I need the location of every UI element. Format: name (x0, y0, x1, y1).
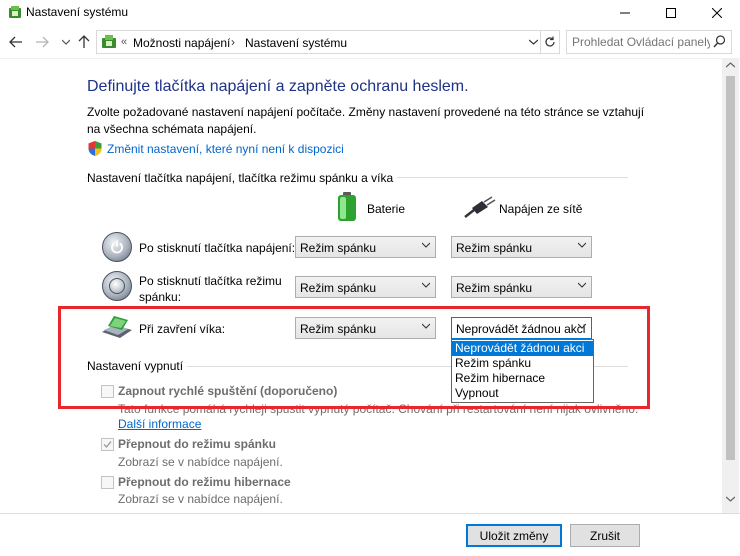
page-description: Zvolte požadované nastavení napájení poč… (87, 105, 645, 136)
title-bar: Nastavení systému (0, 0, 740, 26)
lid-close-label: Při zavření víka: (139, 322, 226, 336)
sleep-button-icon (102, 271, 132, 301)
fast-startup-checkbox[interactable] (101, 385, 114, 398)
breadcrumb-system-settings[interactable]: Nastavení systému (245, 36, 347, 50)
page-title: Definujte tlačítka napájení a zapněte oc… (87, 78, 469, 95)
minimize-button[interactable] (602, 0, 648, 26)
hibernate-option-checkbox[interactable] (101, 476, 114, 489)
selected-value: Neprovádět žádnou akci (456, 322, 586, 336)
fast-startup-description: Tato funkce pomáhá rychleji spustit vypn… (118, 402, 639, 416)
lid-close-dropdown-list[interactable]: Neprovádět žádnou akci Režim spánku Reži… (451, 339, 594, 403)
chevron-down-icon (62, 39, 70, 45)
breadcrumb-power-options[interactable]: Možnosti napájení (133, 36, 230, 50)
chevron-down-icon (422, 242, 430, 248)
scrollbar-thumb[interactable] (726, 76, 735, 460)
sleep-button-battery-select[interactable]: Režim spánku (295, 276, 436, 298)
sleep-option-description: Zobrazí se v nabídce napájení. (118, 455, 283, 469)
dropdown-option-hibernate[interactable]: Režim hibernace (452, 371, 593, 386)
search-input[interactable] (572, 35, 710, 49)
navigation-bar: « Možnosti napájení › Nastavení systému (0, 26, 740, 58)
lid-close-battery-select[interactable]: Režim spánku (295, 317, 436, 339)
moon-icon (109, 278, 125, 294)
selected-value: Režim spánku (456, 281, 533, 295)
search-icon (713, 35, 726, 48)
selected-value: Režim spánku (300, 241, 377, 255)
recent-locations-button[interactable] (58, 34, 74, 50)
power-symbol-icon (111, 240, 123, 254)
selected-value: Režim spánku (300, 281, 377, 295)
back-button[interactable] (8, 34, 24, 50)
sleep-option-checkbox[interactable] (101, 438, 114, 451)
power-plug-icon (464, 196, 496, 218)
minimize-icon (620, 12, 630, 14)
power-buttons-group-title: Nastavení tlačítka napájení, tlačítka re… (87, 171, 398, 185)
chevron-down-icon (422, 282, 430, 288)
power-button-plugged-select[interactable]: Režim spánku (451, 236, 592, 258)
forward-arrow-icon (36, 36, 49, 48)
more-info-link[interactable]: Další informace (118, 417, 201, 431)
save-button[interactable]: Uložit změny (466, 524, 562, 547)
selected-value: Režim spánku (300, 322, 377, 336)
hibernate-option-label: Přepnout do režimu hibernace (118, 475, 291, 489)
fast-startup-label: Zapnout rychlé spuštění (doporučeno) (118, 384, 338, 398)
chevron-down-icon (578, 242, 586, 248)
shutdown-group-title: Nastavení vypnutí (87, 359, 188, 373)
sleep-option-label: Přepnout do režimu spánku (118, 437, 277, 451)
back-arrow-icon (9, 36, 22, 48)
maximize-icon (666, 8, 676, 18)
chevron-down-icon (578, 282, 586, 288)
chevron-down-icon (422, 323, 430, 329)
uac-shield-icon (88, 141, 102, 156)
battery-icon (338, 192, 356, 221)
window-title: Nastavení systému (26, 5, 129, 19)
close-button[interactable] (694, 0, 740, 26)
vertical-scrollbar[interactable] (722, 58, 739, 513)
more-locations-indicator[interactable]: « (121, 36, 127, 48)
plugged-in-column-header: Napájen ze sítě (499, 202, 583, 216)
up-button[interactable] (76, 34, 92, 50)
dropdown-option-do-nothing[interactable]: Neprovádět žádnou akci (452, 341, 593, 356)
dropdown-option-sleep[interactable]: Režim spánku (452, 356, 593, 371)
lid-close-plugged-select[interactable]: Neprovádět žádnou akci (451, 317, 592, 339)
power-button-icon (102, 232, 132, 262)
chevron-down-icon (528, 39, 538, 45)
dropdown-option-shut-down[interactable]: Vypnout (452, 386, 593, 401)
close-icon (712, 8, 722, 18)
refresh-icon (545, 36, 555, 47)
forward-button[interactable] (34, 34, 50, 50)
up-arrow-icon (78, 35, 90, 48)
sleep-button-plugged-select[interactable]: Režim spánku (451, 276, 592, 298)
scroll-down-icon[interactable] (726, 496, 735, 502)
selected-value: Režim spánku (456, 241, 533, 255)
battery-column-header: Baterie (367, 202, 406, 216)
power-button-label: Po stisknutí tlačítka napájení: (139, 241, 296, 255)
sleep-button-label: Po stisknutí tlačítka režimu spánku: (139, 274, 282, 304)
hibernate-option-description: Zobrazí se v nabídce napájení. (118, 492, 283, 506)
address-bar[interactable]: « Možnosti napájení › Nastavení systému (96, 30, 542, 54)
power-button-battery-select[interactable]: Režim spánku (295, 236, 436, 258)
address-dropdown-button[interactable] (525, 34, 541, 50)
laptop-lid-icon (102, 316, 132, 338)
checkmark-icon (103, 441, 112, 449)
cancel-button[interactable]: Zrušit (570, 524, 640, 547)
search-box[interactable] (566, 30, 732, 54)
footer-bar: Uložit změny Zrušit (0, 513, 740, 556)
maximize-button[interactable] (648, 0, 694, 26)
chevron-down-icon (578, 323, 586, 329)
breadcrumb-separator-icon[interactable]: › (231, 35, 235, 49)
control-panel-icon (9, 6, 21, 18)
scroll-up-icon[interactable] (726, 62, 735, 68)
control-panel-icon (102, 35, 116, 48)
content-divider (0, 58, 740, 59)
change-unavailable-settings-link[interactable]: Změnit nastavení, které nyní není k disp… (107, 142, 344, 156)
refresh-button[interactable] (540, 30, 560, 54)
